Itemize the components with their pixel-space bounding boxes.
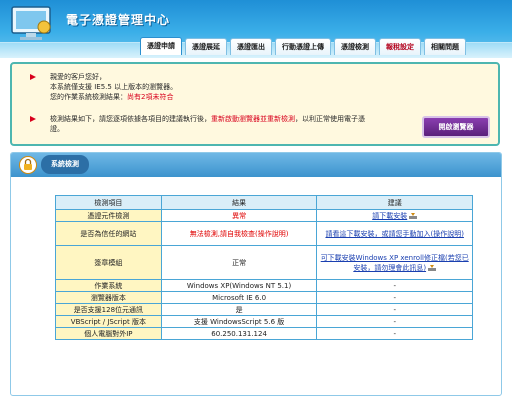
check-result: 是 [160,303,318,316]
xenroll-patch-link[interactable]: 可下載安裝Windows XP xenroll修正檔(若您已安裝，請勿理會此訊息… [321,254,469,272]
tab-certificate-check[interactable]: 憑證檢測 [334,38,376,55]
check-item: 簽章模組 [55,245,162,280]
arrow-icon [30,116,36,122]
tab-certificate-export[interactable]: 憑證匯出 [230,38,272,55]
tab-certificate-apply[interactable]: 憑證申請 [140,37,182,55]
header-banner: 電子憑證管理中心 憑證申請 憑證展延 憑證匯出 行動憑證上傳 憑證檢測 報稅設定… [0,0,512,58]
check-item: 個人電腦對外IP [55,327,162,340]
os-result-status: 尚有2項未符合 [127,93,174,101]
check-result: 支援 WindowsScript 5.6 版 [160,315,318,328]
check-item: 瀏覽器版本 [55,291,162,304]
download-install-link[interactable]: 請下載安裝 [372,212,407,220]
tab-tax-settings[interactable]: 報稅設定 [379,38,421,55]
check-result: 無法檢測,請自我檢查(操作說明) [160,221,318,246]
table-row: 是否為信任的網站 無法檢測,請自我檢查(操作說明) 請看這下載安裝，或請您手動加… [55,221,473,246]
system-check-panel: 系統檢測 檢測項目 結果 建議 憑證元件檢測 異常 請下載安裝 是否為信任的網站… [10,152,502,396]
check-item: 憑證元件檢測 [55,209,162,222]
table-row: 是否支援128位元通訊 是 - [55,303,473,316]
check-item: 作業系統 [55,279,162,292]
tab-mobile-upload[interactable]: 行動憑證上傳 [275,38,331,55]
check-advice: - [316,303,473,316]
system-check-table: 檢測項目 結果 建議 憑證元件檢測 異常 請下載安裝 是否為信任的網站 無法檢測… [55,195,473,340]
check-result: Windows XP(Windows NT 5.1) [160,279,318,292]
table-row: 作業系統 Windows XP(Windows NT 5.1) - [55,279,473,292]
nav-tabs: 憑證申請 憑證展延 憑證匯出 行動憑證上傳 憑證檢測 報稅設定 相關問題 [140,37,469,55]
check-result: 正常 [160,245,318,280]
install-icon[interactable] [409,212,418,219]
check-item: 是否為信任的網站 [55,221,162,246]
os-result-text: 您的作業系統檢測結果：尚有2項未符合 [50,93,174,101]
table-row: 憑證元件檢測 異常 請下載安裝 [55,209,473,222]
trusted-site-link[interactable]: 請看這下載安裝，或請您手動加入(操作說明) [325,230,463,238]
greeting-text: 親愛的客戶您好， [50,73,106,81]
check-advice: 請下載安裝 [316,209,473,222]
install-icon[interactable] [428,264,437,271]
table-row: 個人電腦對外IP 60.250.131.124 - [55,327,473,340]
table-row: VBScript / JScript 版本 支援 WindowsScript 5… [55,315,473,328]
table-row: 瀏覽器版本 Microsoft IE 6.0 - [55,291,473,304]
check-item: 是否支援128位元通訊 [55,303,162,316]
check-advice: - [316,327,473,340]
check-advice: 請看這下載安裝，或請您手動加入(操作說明) [316,221,473,246]
check-item: VBScript / JScript 版本 [55,315,162,328]
instruction-text: 檢測結果如下，請您逐項依據各項目的建議執行後，重新啟動瀏覽器並重新檢測，以利正常… [50,115,365,123]
arrow-icon [30,74,36,80]
col-header-item: 檢測項目 [55,195,162,210]
check-advice: - [316,291,473,304]
tab-certificate-renew[interactable]: 憑證展延 [185,38,227,55]
browser-support-text: 本系統僅支援 IE5.5 以上版本的瀏覽器。 [50,83,178,91]
tab-faq[interactable]: 相關問題 [424,38,466,55]
col-header-result: 結果 [160,195,318,210]
check-result: 60.250.131.124 [160,327,318,340]
table-header-row: 檢測項目 結果 建議 [55,195,473,210]
check-advice: 可下載安裝Windows XP xenroll修正檔(若您已安裝，請勿理會此訊息… [316,245,473,280]
restart-browser-text: 重新啟動瀏覽器並重新檢測 [211,115,295,123]
table-row: 簽章模組 正常 可下載安裝Windows XP xenroll修正檔(若您已安裝… [55,245,473,280]
monitor-icon [11,6,51,40]
col-header-advice: 建議 [316,195,473,210]
notice-panel: 親愛的客戶您好， 本系統僅支援 IE5.5 以上版本的瀏覽器。 您的作業系統檢測… [10,62,500,146]
instruction-text-cont: 證。 [50,125,64,133]
open-browser-button[interactable]: 開啟瀏覽器 [422,116,490,138]
check-result: 異常 [160,209,318,222]
lock-icon [19,156,37,174]
page-title: 電子憑證管理中心 [66,13,171,27]
check-advice: - [316,315,473,328]
check-result: Microsoft IE 6.0 [160,291,318,304]
check-advice: - [316,279,473,292]
system-check-title: 系統檢測 [41,155,89,174]
system-check-header: 系統檢測 [11,153,501,177]
